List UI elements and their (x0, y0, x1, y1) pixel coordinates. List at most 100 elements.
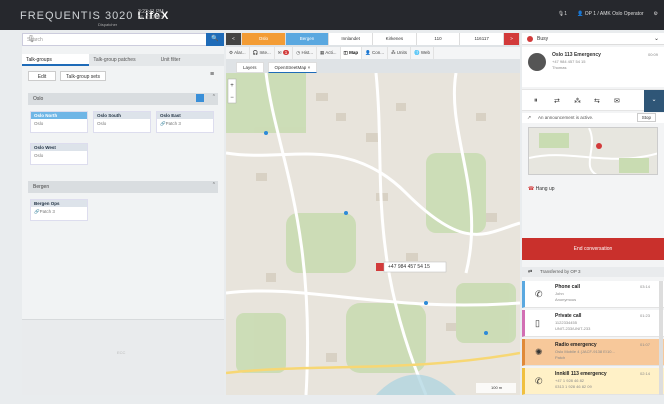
group-header-oslo[interactable]: Oslo ⌃ (28, 93, 218, 105)
group-header-bergen[interactable]: Bergen ⌃ (28, 181, 218, 193)
tab-layers[interactable]: Layers (236, 62, 264, 73)
tab-intercom[interactable]: 🎧 Inte... (250, 47, 275, 59)
forward-icon[interactable]: ⇆ (594, 97, 600, 105)
tab-activity[interactable]: ▦ Acti... (317, 47, 341, 59)
hang-up-button[interactable]: ☎ Hang up (528, 183, 568, 195)
tab-alarms[interactable]: ⚙ Alar... (226, 47, 250, 59)
tab-units[interactable]: ⁂ Units (388, 47, 411, 59)
tab-oslo[interactable]: Oslo (242, 33, 286, 45)
more-button[interactable]: ⌄ (644, 90, 664, 112)
call-time: 03:14 (639, 284, 650, 289)
tab-prev[interactable]: < (226, 33, 242, 45)
tab-innlandet[interactable]: Innlandet (329, 33, 374, 45)
status-label: Busy (537, 36, 549, 42)
gear-icon[interactable]: ⚙ (654, 11, 658, 17)
call-line1: 1122334455 (555, 320, 577, 325)
call-line2: 0313 1 928 46 82 09 (555, 384, 592, 389)
card-title: Oslo North (31, 112, 87, 119)
search-input[interactable]: Search 🎙 (22, 33, 224, 46)
talk-group-sets-button[interactable]: Talk-group sets (60, 71, 106, 81)
queue-call[interactable]: ✺ Radio emergency Oslo Mobile 4 (JACF-91… (522, 339, 664, 366)
stop-button[interactable]: Stop (636, 113, 656, 122)
card-title: Bergen Ops (31, 200, 87, 207)
pause-icon[interactable]: ⏸ (534, 97, 538, 105)
queue-call[interactable]: ✆ Innkill 113 emergency +47 1 928 46 82 … (522, 368, 664, 395)
chevron-down-icon: ⌄ (651, 97, 657, 103)
tab-label: Con... (371, 50, 384, 55)
scrollbar[interactable] (659, 281, 663, 395)
tab-next[interactable]: > (504, 33, 521, 45)
person-icon: 👤 (365, 50, 371, 55)
tab-history[interactable]: ◷ Hist... (293, 47, 317, 59)
zoom-out-icon[interactable]: − (230, 95, 234, 101)
tab-label: Inte... (259, 50, 271, 55)
mic-icon[interactable]: 🎙1 (558, 11, 567, 17)
talk-group-card[interactable]: Oslo West Oslo (30, 143, 88, 165)
tab-label: Acti... (325, 50, 337, 55)
top-right: 🎙1 👤 OP 1 / AMK Oslo Operator ⚙ (558, 11, 658, 17)
card-body-text: Patch 3 (165, 121, 181, 126)
mic-icon[interactable]: 🎙 (27, 35, 215, 43)
transferred-bar: ⇄ Transferred by OP 3 (522, 267, 664, 277)
badge-count: 1 (282, 50, 290, 55)
zoom-in-icon[interactable]: + (230, 83, 234, 89)
unit-marker[interactable] (344, 211, 348, 215)
tab-label: Units (396, 50, 407, 55)
call-panel: Busy ⌄ Oslo 113 Emergency +47 984 457 54… (522, 33, 664, 395)
announcement-bar: ↗ An announcement is active. Stop (522, 113, 664, 123)
hang-up-label: Hang up (535, 186, 555, 192)
menu-icon[interactable]: ≡ (206, 71, 218, 81)
talk-group-card[interactable]: Oslo East 🔗Patch 3 (156, 111, 214, 133)
unit-marker[interactable] (424, 301, 428, 305)
active-call-title: Oslo 113 Emergency (552, 52, 601, 58)
tab-openstreetmap[interactable]: OpenStreetMap × (267, 62, 318, 73)
chevron-up-icon[interactable]: ⌃ (212, 182, 216, 188)
tab-110[interactable]: 110 (416, 33, 461, 45)
end-conversation-button[interactable]: End conversation (522, 238, 664, 260)
transfer-icon[interactable]: ⇄ (554, 97, 560, 105)
radio-icon: ✺ (535, 347, 543, 357)
message-icon[interactable]: ✉ (614, 97, 620, 105)
queue-call[interactable]: ✆ Phone call John Anonymous 03:14 (522, 281, 664, 308)
talk-group-card[interactable]: Oslo South Oslo (93, 111, 151, 133)
units-icon: ⁂ (390, 50, 396, 55)
brand-sub: Dispatcher (98, 22, 118, 27)
tab-talk-group-patches[interactable]: Talk-group patches (89, 54, 156, 66)
announcement-text: An announcement is active. (538, 115, 594, 120)
close-icon[interactable]: × (308, 65, 311, 70)
tab-kirkenes[interactable]: Kirkenes (373, 33, 417, 45)
talk-group-card[interactable]: Oslo North Oslo (30, 111, 88, 133)
user-icon[interactable]: 👤 OP 1 / AMK Oslo Operator (577, 11, 643, 17)
queue-call[interactable]: ▯ Private call 1122334455 UNIT-233/UNIT-… (522, 310, 664, 337)
tab-web[interactable]: 🌐 Web (411, 47, 435, 59)
conference-icon[interactable]: ⁂ (574, 97, 581, 105)
search-button[interactable]: 🔍 (206, 33, 224, 46)
tab-bergen[interactable]: Bergen (285, 33, 330, 45)
gear-icon: ⚙ (229, 50, 234, 55)
unit-marker[interactable] (484, 331, 488, 335)
footer-label: ECC (117, 350, 126, 355)
headset-icon: 🎧 (252, 50, 259, 55)
mini-map[interactable] (528, 127, 658, 175)
tab-contacts[interactable]: 👤 Con... (362, 47, 388, 59)
unit-marker[interactable] (264, 131, 268, 135)
card-body: 🔗Patch 3 (31, 207, 87, 217)
left-tabs: Talk-groups Talk-group patches Unit filt… (22, 54, 224, 66)
talk-group-card[interactable]: Bergen Ops 🔗Patch 3 (30, 199, 88, 221)
tab-talk-groups[interactable]: Talk-groups (22, 54, 90, 66)
tab-map[interactable]: ◫ Map (340, 47, 363, 59)
tab-messages[interactable]: ✉ 1 (275, 47, 294, 59)
map-view[interactable]: + − +47 984 457 54 15 100 m (226, 73, 520, 395)
location-pin-icon[interactable] (376, 263, 384, 271)
chevron-up-icon[interactable]: ⌃ (212, 94, 216, 100)
status-selector[interactable]: Busy ⌄ (522, 33, 664, 45)
card-title: Oslo South (94, 112, 150, 119)
call-line2: UNIT-233/UNIT-233 (555, 326, 591, 331)
active-call-number: +47 984 457 54 15 (552, 59, 586, 64)
globe-icon: 🌐 (414, 50, 420, 55)
call-title: Phone call (555, 284, 581, 290)
call-time: 01:23 (639, 313, 650, 318)
edit-button[interactable]: Edit (28, 71, 56, 81)
tab-116117[interactable]: 116117 (460, 33, 505, 45)
tab-unit-filter[interactable]: Unit filter (157, 54, 224, 66)
